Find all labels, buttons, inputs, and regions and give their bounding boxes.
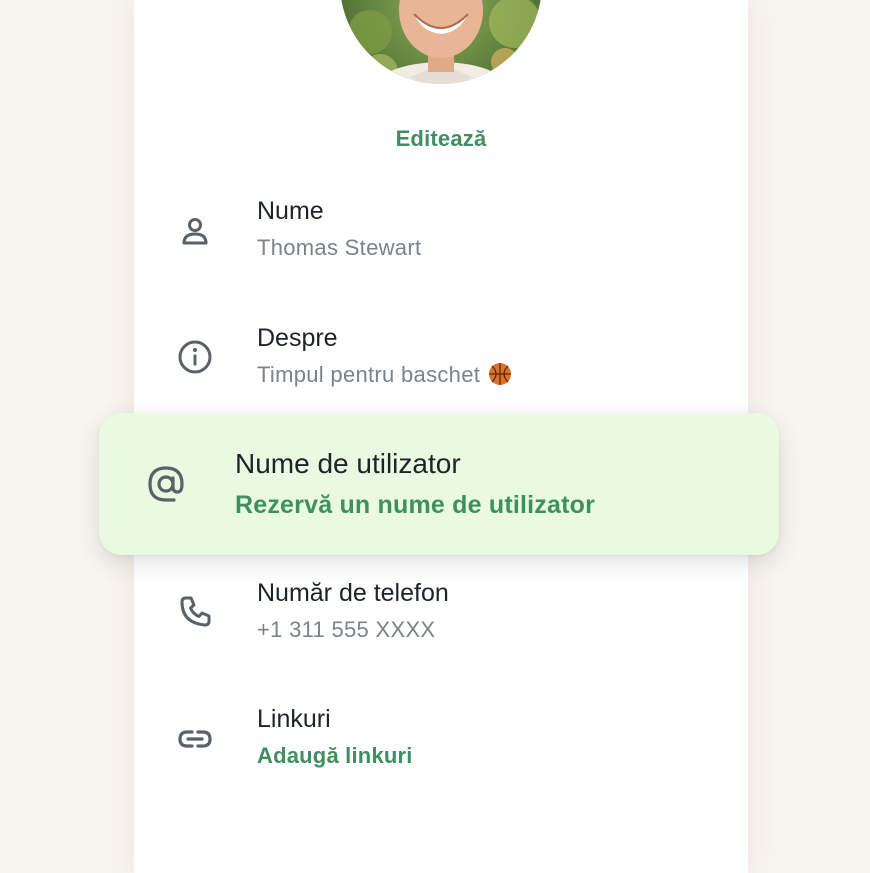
about-value-wrap: Timpul pentru baschet (257, 362, 512, 392)
name-value: Thomas Stewart (257, 235, 422, 260)
phone-value: +1 311 555 XXXX (257, 617, 436, 642)
about-title: Despre (257, 324, 338, 352)
stage: Editează Nume Thomas Stewart Despre Timp… (0, 0, 870, 873)
name-row[interactable]: Nume Thomas Stewart (134, 197, 748, 307)
username-title: Nume de utilizator (235, 448, 461, 479)
person-icon (176, 213, 214, 251)
link-icon (176, 721, 214, 759)
links-row[interactable]: Linkuri Adaugă linkuri (134, 705, 748, 815)
info-icon (176, 338, 214, 376)
name-title: Nume (257, 197, 324, 225)
links-title: Linkuri (257, 705, 331, 733)
profile-photo[interactable] (340, 0, 542, 84)
phone-title: Număr de telefon (257, 579, 449, 607)
phone-row[interactable]: Număr de telefon +1 311 555 XXXX (134, 579, 748, 689)
about-value: Timpul pentru baschet (257, 362, 481, 387)
username-row[interactable]: Nume de utilizator Rezervă un nume de ut… (99, 413, 779, 555)
reserve-username-link[interactable]: Rezervă un nume de utilizator (235, 491, 595, 520)
add-links-link[interactable]: Adaugă linkuri (257, 743, 413, 769)
at-sign-icon (146, 464, 186, 504)
edit-profile-photo-link[interactable]: Editează (134, 126, 748, 152)
phone-icon (176, 593, 214, 631)
basketball-icon (488, 362, 512, 392)
